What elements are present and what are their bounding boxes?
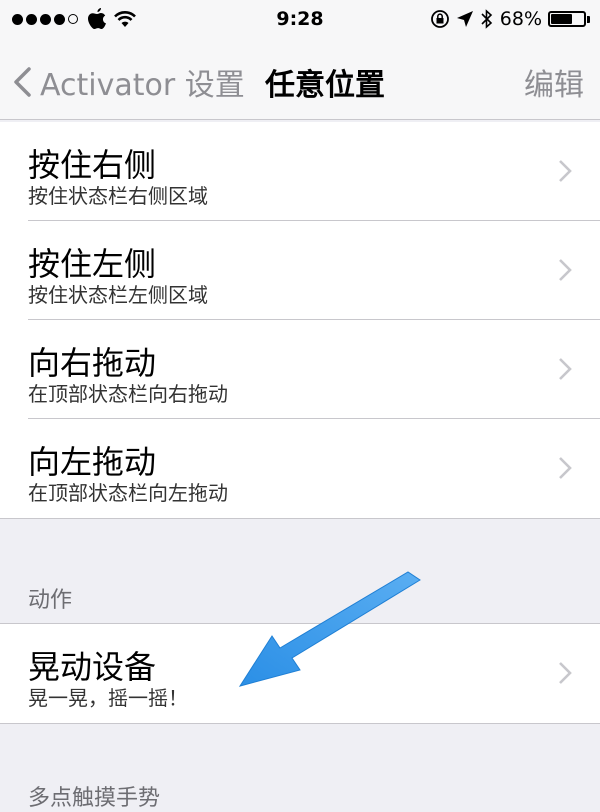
gesture-list: 按住右侧 按住状态栏右侧区域 按住左侧 按住状态栏左侧区域 向右拖动 在顶部状态…: [0, 122, 600, 519]
list-item-subtitle: 在顶部状态栏向右拖动: [28, 382, 228, 406]
list-item-subtitle: 按住状态栏右侧区域: [28, 184, 208, 208]
list-item-drag-left[interactable]: 向左拖动 在顶部状态栏向左拖动: [28, 419, 600, 518]
section-header-actions: 动作: [28, 588, 73, 613]
bluetooth-icon: [481, 9, 492, 29]
list-item-subtitle: 按住状态栏左侧区域: [28, 283, 208, 307]
chevron-left-icon: [14, 67, 31, 97]
battery-tip: [587, 15, 590, 23]
battery-fill: [551, 14, 573, 24]
chevron-right-icon: [559, 358, 572, 380]
status-bar: 9:28 68%: [0, 0, 600, 40]
location-icon: [456, 11, 473, 27]
chevron-right-icon: [559, 457, 572, 479]
list-item-subtitle: 晃一晃，摇一摇！: [28, 686, 188, 710]
back-button[interactable]: Activator 设置: [12, 60, 245, 104]
back-button-label: Activator 设置: [40, 68, 245, 103]
chevron-right-icon: [559, 160, 572, 182]
battery-percent: 68%: [499, 8, 542, 30]
status-right-icons: 68%: [424, 8, 590, 30]
list-item-hold-right[interactable]: 按住右侧 按住状态栏右侧区域: [28, 122, 600, 221]
list-item-drag-right[interactable]: 向右拖动 在顶部状态栏向右拖动: [28, 320, 600, 419]
battery-icon: [548, 11, 586, 27]
navigation-bar: Activator 设置 任意位置 编辑: [0, 40, 600, 120]
rotation-lock-icon: [430, 10, 449, 28]
chevron-right-icon: [559, 662, 572, 684]
list-item-subtitle: 在顶部状态栏向左拖动: [28, 481, 228, 505]
chevron-right-icon: [559, 259, 572, 281]
edit-button[interactable]: 编辑: [524, 60, 584, 104]
page-title: 任意位置: [265, 68, 385, 103]
list-item-hold-left[interactable]: 按住左侧 按住状态栏左侧区域: [28, 221, 600, 320]
section-header-multitouch: 多点触摸手势: [28, 786, 161, 811]
annotation-arrow-icon: [238, 571, 421, 687]
